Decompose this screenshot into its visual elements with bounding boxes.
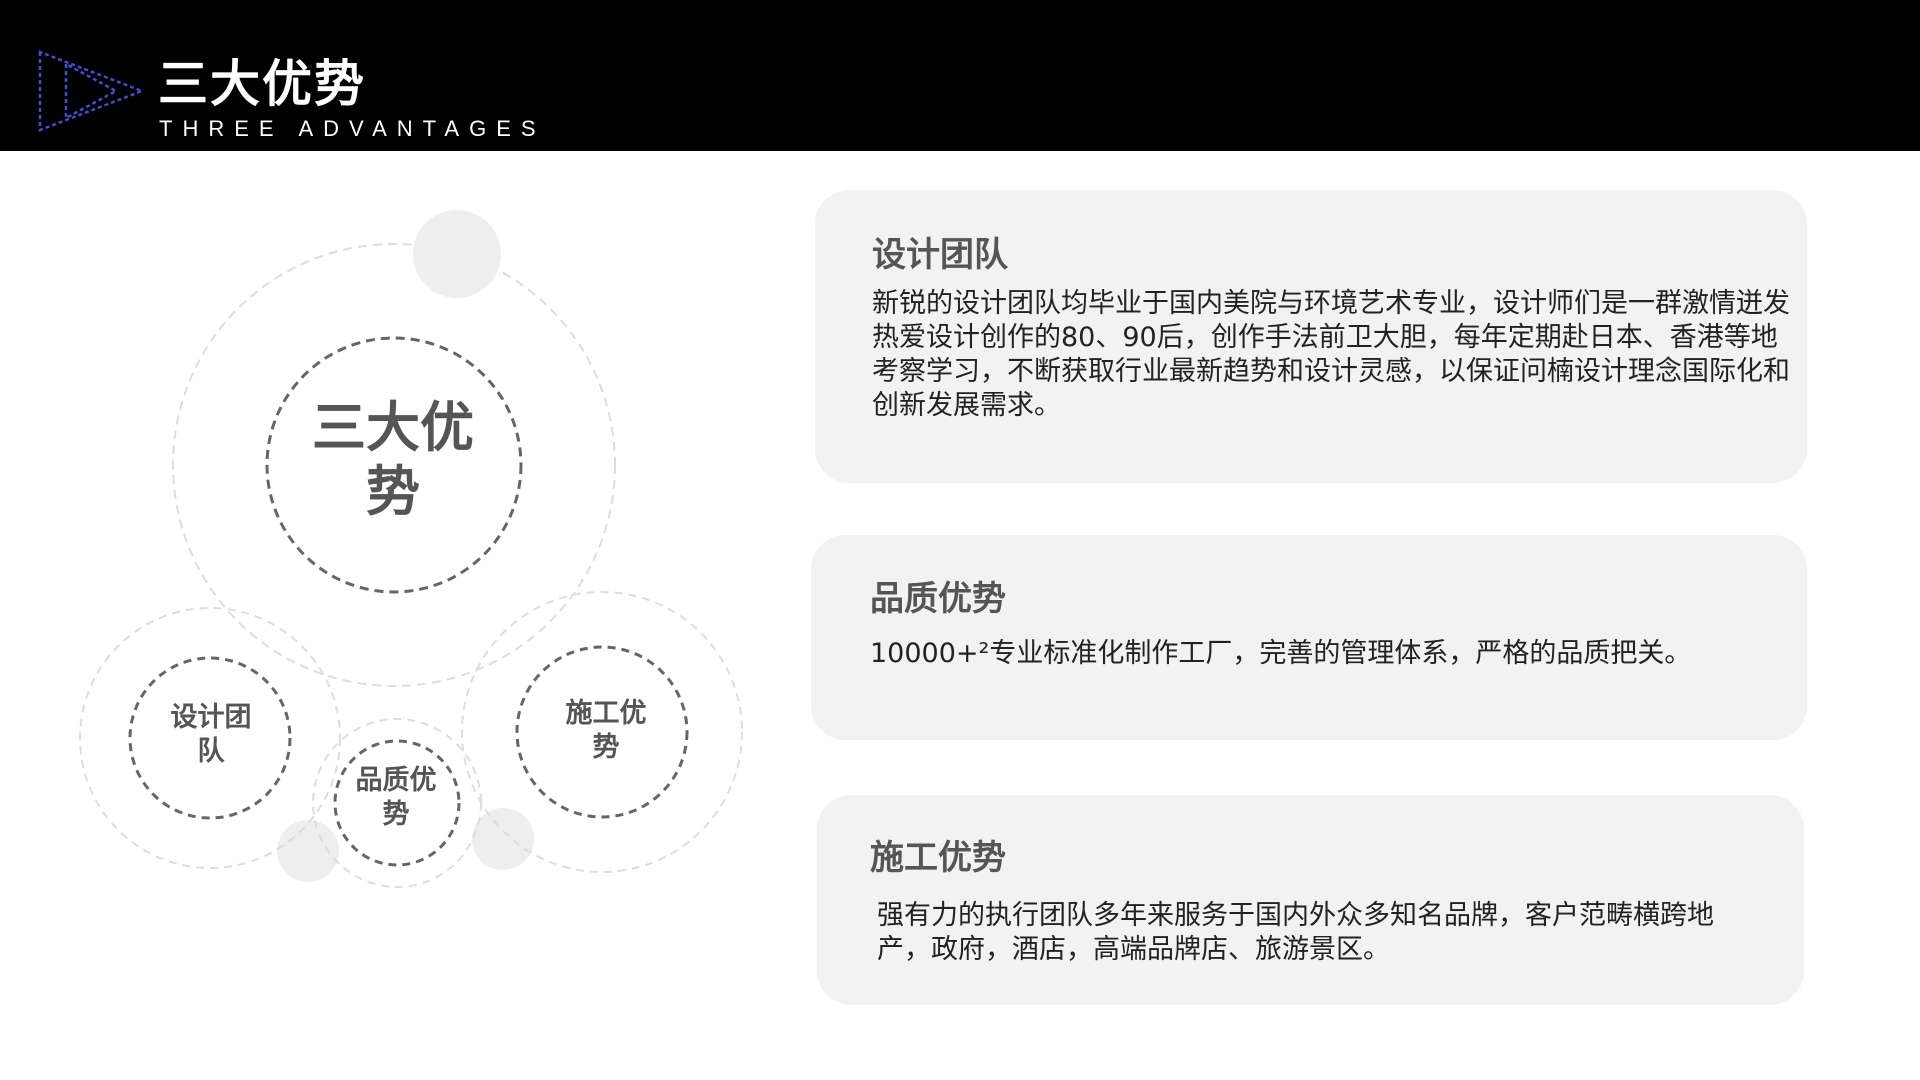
circle-label-construct: 施工优势 [565, 698, 647, 763]
card-design-team: 设计团队 新锐的设计团队均毕业于国内美院与环境艺术专业，设计师们是一群激情迸发热… [815, 190, 1807, 483]
card-title: 设计团队 [872, 235, 1008, 275]
circle-label-quality: 品质优势 [355, 765, 437, 830]
card-body: 新锐的设计团队均毕业于国内美院与环境艺术专业，设计师们是一群激情迸发热爱设计创作… [872, 288, 1790, 421]
card-title: 品质优势 [870, 579, 1006, 619]
card-title: 施工优势 [870, 838, 1006, 878]
page-subtitle: THREE ADVANTAGES [159, 116, 546, 141]
play-triangle-logo-icon [38, 50, 146, 132]
card-quality: 品质优势 10000+²专业标准化制作工厂，完善的管理体系，严格的品质把关。 [811, 535, 1807, 740]
decor-dot-bottom-right [472, 808, 534, 870]
card-body: 强有力的执行团队多年来服务于国内外众多知名品牌，客户范畴横跨地产，政府，酒店，高… [877, 900, 1714, 965]
page-title: 三大优势 [158, 55, 366, 113]
decor-dot-top [413, 210, 501, 298]
card-construction: 施工优势 强有力的执行团队多年来服务于国内外众多知名品牌，客户范畴横跨地产，政府… [817, 795, 1804, 1005]
decor-dot-bottom-left [277, 820, 339, 882]
advantages-diagram: 三大优势 设计团队 品质优势 施工优势 [0, 151, 780, 911]
card-body: 10000+²专业标准化制作工厂，完善的管理体系，严格的品质把关。 [870, 638, 1692, 669]
circle-label-design: 设计团队 [170, 702, 252, 767]
header-bar: 三大优势 THREE ADVANTAGES [0, 0, 1920, 151]
center-circle-label: 三大优势 [312, 396, 474, 523]
